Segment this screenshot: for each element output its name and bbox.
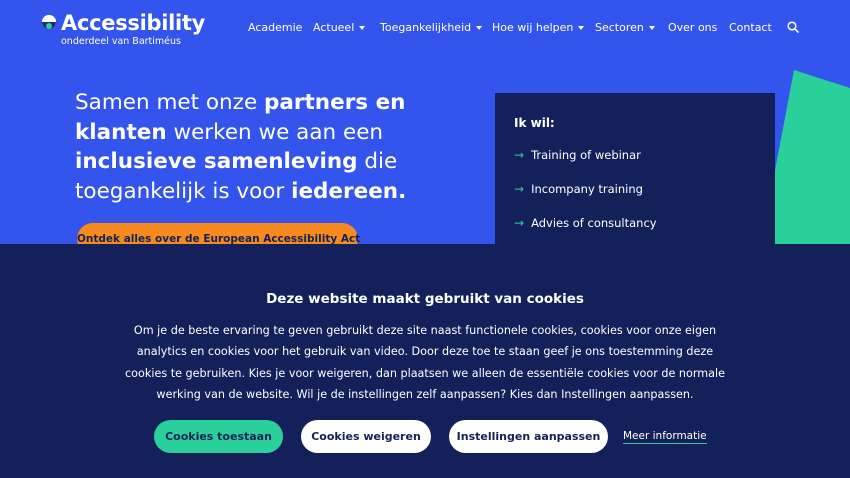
nav-item-toegankelijkheid[interactable]: Toegankelijkheid bbox=[380, 21, 483, 34]
card-title: Ik wil: bbox=[514, 116, 555, 130]
arrow-right-icon: → bbox=[514, 182, 525, 196]
card-link-training[interactable]: → Training of webinar bbox=[514, 148, 641, 162]
nav-item-academie[interactable]: Academie bbox=[248, 21, 302, 34]
arrow-right-icon: → bbox=[514, 216, 525, 230]
hero-heading: Samen met onze partners en klanten werke… bbox=[75, 90, 407, 204]
site-header: Accessibility onderdeel van Bartiméus Ac… bbox=[0, 0, 850, 60]
logo-subtitle: onderdeel van Bartiméus bbox=[61, 36, 181, 47]
accept-cookies-button[interactable]: Cookies toestaan bbox=[154, 420, 283, 453]
card-link-incompany[interactable]: → Incompany training bbox=[514, 182, 643, 196]
more-info-link[interactable]: Meer informatie bbox=[623, 430, 707, 444]
cookie-title: Deze website maakt gebruikt van cookies bbox=[266, 291, 584, 307]
nav-item-actueel[interactable]: Actueel bbox=[313, 21, 366, 34]
cookie-description: Om je de beste ervaring te geven gebruik… bbox=[125, 324, 725, 401]
nav-item-hoe-wij-helpen[interactable]: Hoe wij helpen bbox=[492, 21, 585, 34]
nav-item-over-ons[interactable]: Over ons bbox=[668, 21, 717, 34]
intent-card: Ik wil: → Training of webinar → Incompany … bbox=[495, 93, 775, 253]
search-icon[interactable] bbox=[787, 21, 799, 33]
chevron-down-icon bbox=[648, 26, 655, 30]
cookie-banner: Deze website maakt gebruikt van cookies … bbox=[0, 244, 850, 478]
refuse-cookies-button[interactable]: Cookies weigeren bbox=[301, 420, 431, 453]
cookie-settings-button[interactable]: Instellingen aanpassen bbox=[449, 420, 608, 453]
chevron-down-icon bbox=[476, 26, 483, 30]
chevron-down-icon bbox=[578, 26, 585, 30]
chevron-down-icon bbox=[359, 26, 366, 30]
nav-item-sectoren[interactable]: Sectoren bbox=[595, 21, 655, 34]
logo-mark-icon bbox=[42, 15, 56, 29]
card-link-advies[interactable]: → Advies of consultancy bbox=[514, 216, 657, 230]
arrow-right-icon: → bbox=[514, 148, 525, 162]
nav-item-contact[interactable]: Contact bbox=[729, 21, 772, 34]
logo-title: Accessibility bbox=[61, 11, 206, 35]
